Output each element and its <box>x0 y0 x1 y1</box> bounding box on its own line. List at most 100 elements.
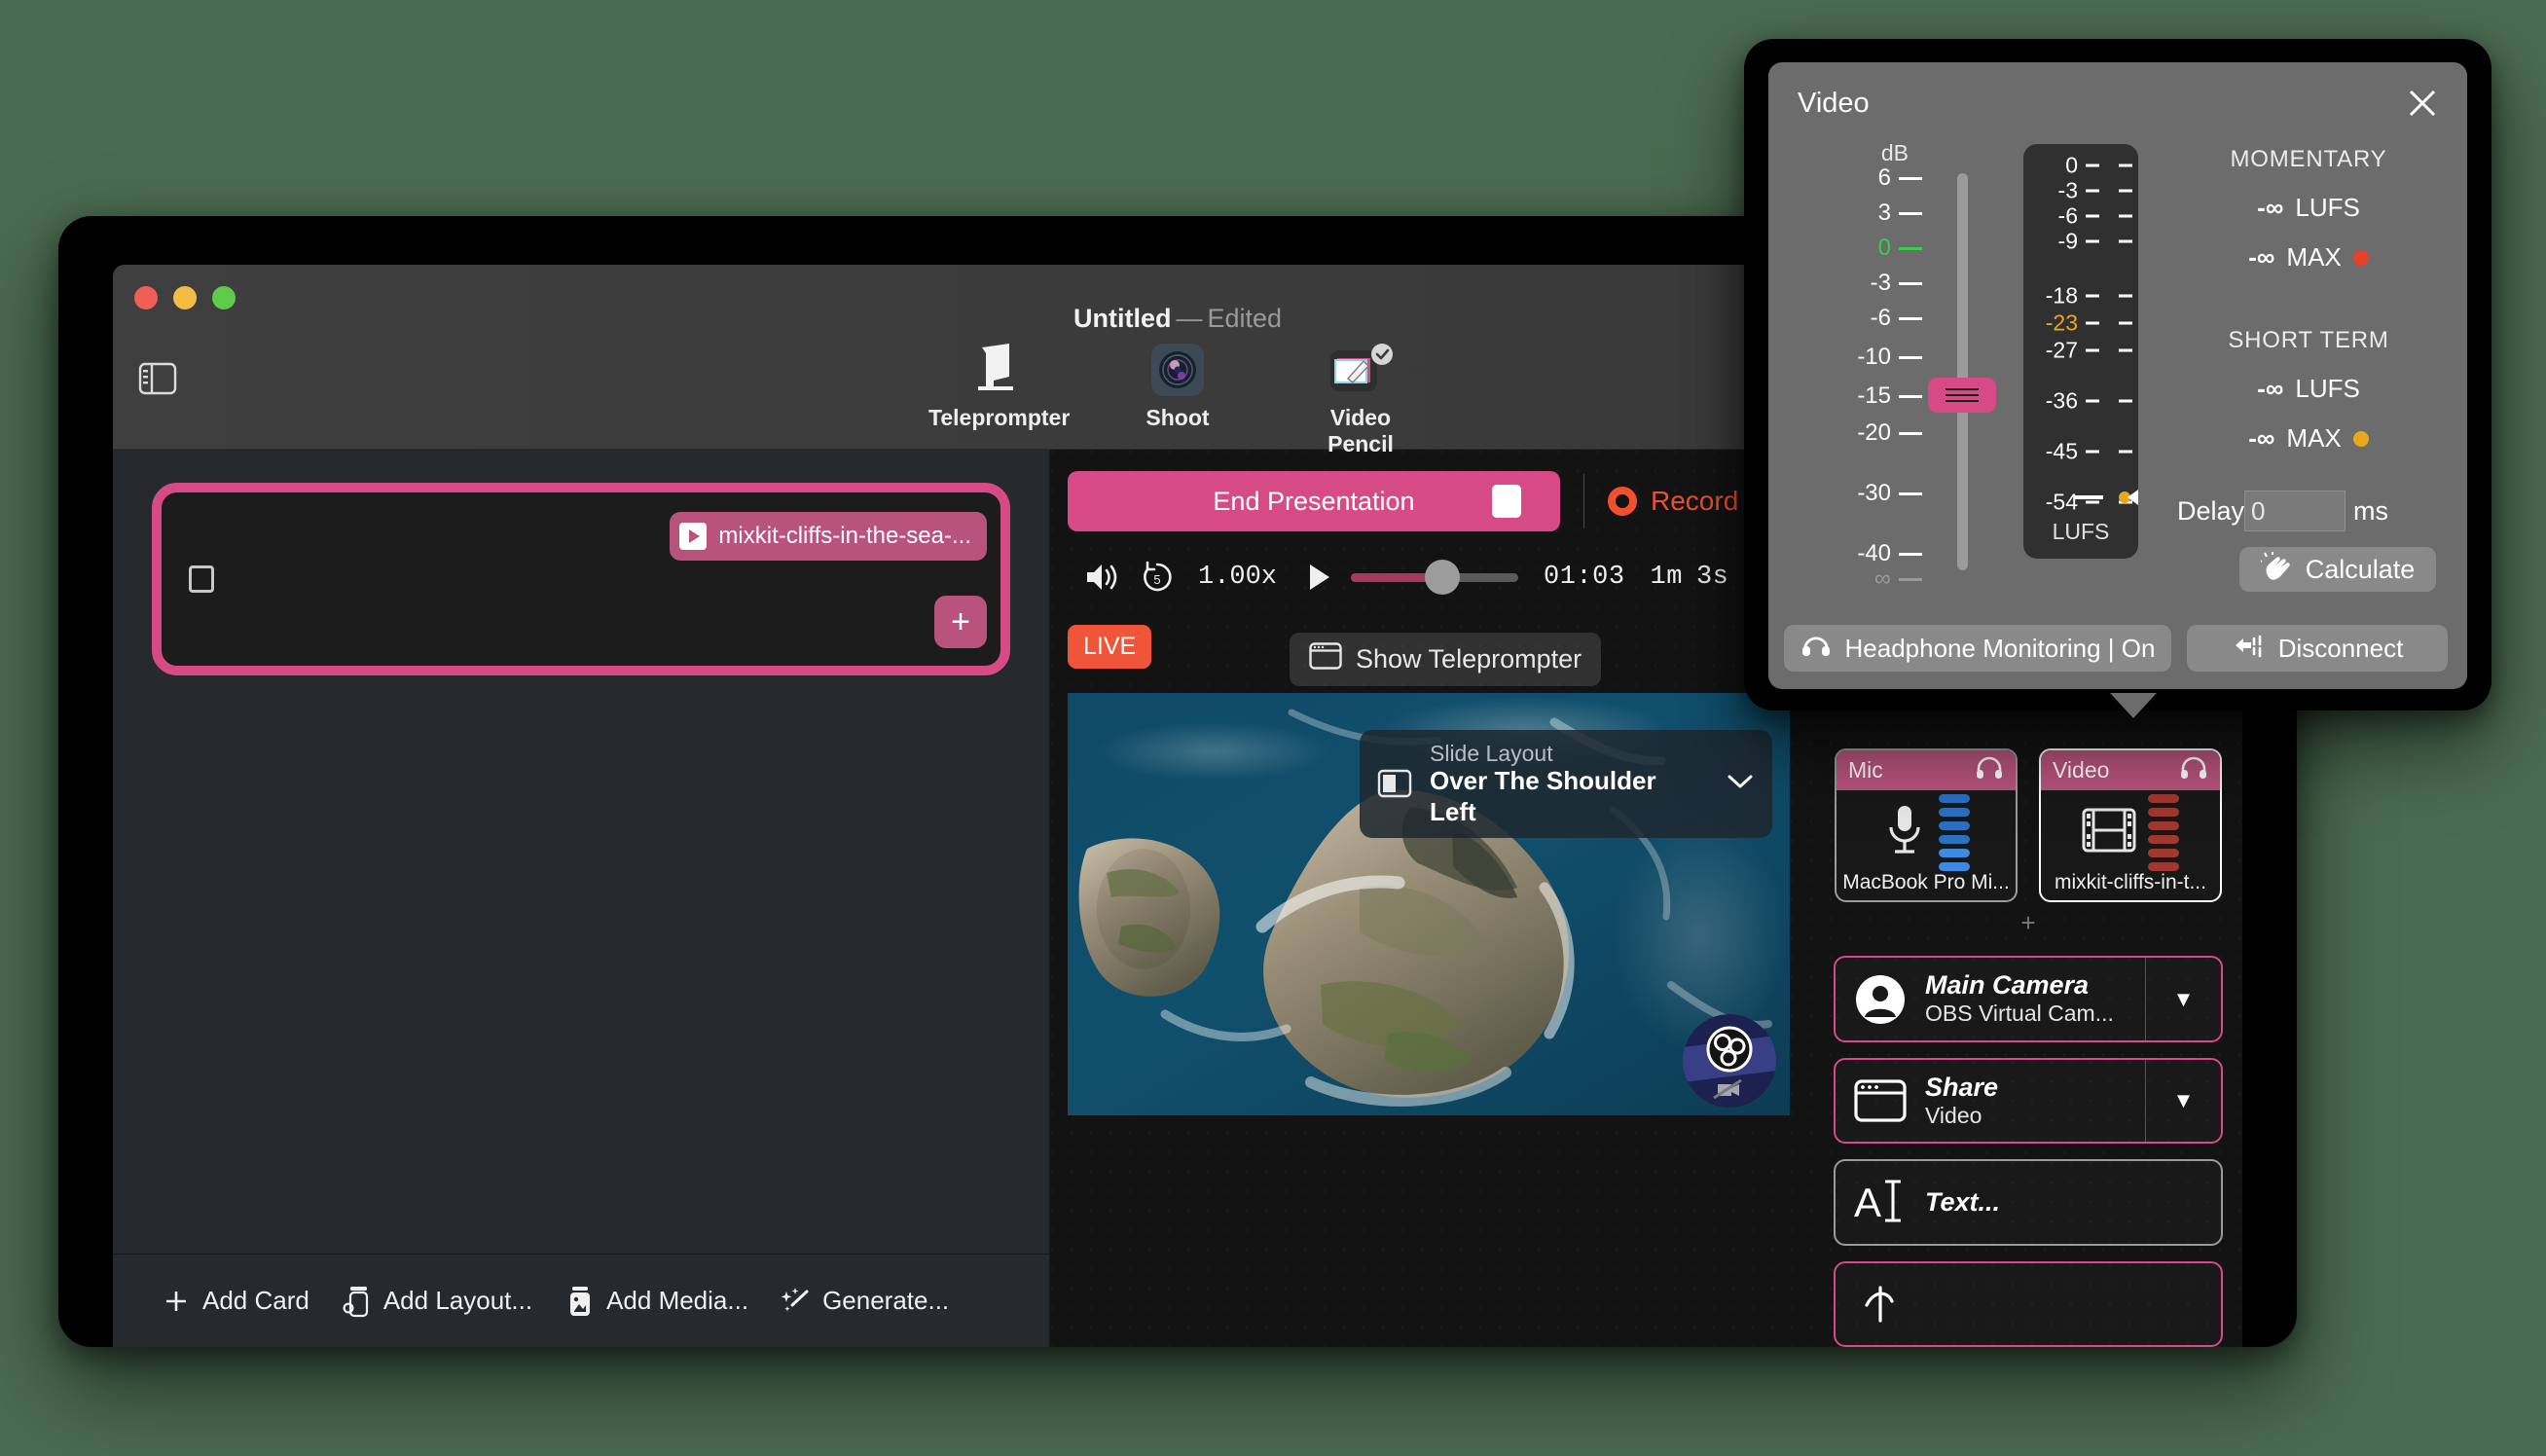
obs-logo-icon <box>1683 1014 1776 1108</box>
lufs-tick-label: -18 <box>2023 283 2078 309</box>
show-teleprompter-button[interactable]: Show Teleprompter <box>1290 633 1601 686</box>
live-status-row: LIVE Show Teleprompter <box>1068 619 1797 673</box>
delay-input[interactable]: 0 <box>2244 491 2346 531</box>
toolbar-item-teleprompter[interactable]: Teleprompter <box>928 341 1061 457</box>
toolbar-label-video-pencil: Video Pencil <box>1294 405 1427 457</box>
stop-square-icon[interactable] <box>1492 485 1521 518</box>
record-button[interactable]: Record <box>1608 486 1738 517</box>
volume-fader-knob[interactable] <box>1928 378 1996 413</box>
toolbar-tool-group: Teleprompter Shoot <box>928 341 1427 457</box>
card-add-button[interactable]: + <box>934 596 987 648</box>
loudness-readouts: MOMENTARY -∞ LUFS -∞ MAX SHORT TERM -∞ L… <box>2177 146 2440 454</box>
card-media-label: mixkit-cliffs-in-the-sea-... <box>718 523 971 550</box>
lufs-unit-label: LUFS <box>2023 519 2138 545</box>
toolbar-item-video-pencil[interactable]: Video Pencil <box>1294 341 1427 457</box>
add-media-button[interactable]: Add Media... <box>554 1279 758 1324</box>
db-tick-label: -30 <box>1837 480 1891 507</box>
add-card-button[interactable]: Add Card <box>150 1279 319 1324</box>
scrubber-knob[interactable] <box>1425 560 1460 595</box>
lufs-tick-label: -45 <box>2023 439 2078 465</box>
source-item-partial[interactable] <box>1834 1261 2223 1347</box>
playback-scrubber[interactable] <box>1351 555 1518 600</box>
lufs-tick-label: -27 <box>2023 338 2078 364</box>
toolbar-item-shoot[interactable]: Shoot <box>1111 341 1244 457</box>
source-item-text[interactable]: A Text... <box>1834 1159 2223 1245</box>
tile-device-video: mixkit-cliffs-in-t... <box>2041 871 2220 901</box>
headphone-monitoring-button[interactable]: Headphone Monitoring | On <box>1784 625 2171 672</box>
momentary-max-value: -∞ <box>2248 242 2274 273</box>
sidebar-toggle-icon[interactable] <box>138 362 177 395</box>
play-icon[interactable] <box>1298 555 1341 600</box>
media-icon <box>564 1285 597 1318</box>
mic-level-meter <box>1939 794 1970 871</box>
video-pencil-icon <box>1294 341 1427 399</box>
add-layout-button[interactable]: Add Layout... <box>331 1279 542 1324</box>
momentary-max-led <box>2353 250 2369 266</box>
source-item-main-camera[interactable]: Main Camera OBS Virtual Cam... ▼ <box>1834 956 2223 1041</box>
card-item[interactable]: mixkit-cliffs-in-the-sea-... + <box>152 483 1010 675</box>
db-scale: 6 3 0 -3 -6 -10 -15 -20 -30 -40 ∞ <box>1815 172 1922 581</box>
calculate-delay-button[interactable]: Calculate <box>2239 547 2436 592</box>
text-cursor-icon: A <box>1836 1176 1925 1228</box>
source-item-share[interactable]: Share Video ▼ <box>1834 1058 2223 1144</box>
db-tick-0: 0 <box>1837 235 1922 262</box>
generate-button[interactable]: Generate... <box>770 1279 959 1324</box>
rewind-5-icon[interactable]: 5 <box>1130 555 1184 600</box>
short-term-max-unit: MAX <box>2286 423 2341 454</box>
db-tick-label: -10 <box>1837 344 1891 371</box>
tile-header-mic: Mic <box>1837 750 2016 789</box>
db-tick-infinity: ∞ <box>1837 565 1922 593</box>
source-caret-main-camera[interactable]: ▼ <box>2145 958 2221 1039</box>
source-tile-mic[interactable]: Mic <box>1835 748 2018 902</box>
transport-controls: 5 1.00x 01:03 1m 3s <box>1068 555 1797 600</box>
short-term-header: SHORT TERM <box>2177 327 2440 354</box>
db-tick-label: ∞ <box>1837 565 1891 593</box>
speaker-wave-icon[interactable] <box>1075 555 1130 600</box>
lufs-tick-label: -23 <box>2023 310 2078 337</box>
time-code: 01:03 <box>1544 563 1625 592</box>
close-icon[interactable] <box>2405 86 2440 121</box>
tile-body-video <box>2041 790 2220 871</box>
headphone-icon[interactable] <box>1975 756 2004 785</box>
end-presentation-button[interactable]: End Presentation <box>1068 471 1560 531</box>
end-presentation-label: End Presentation <box>1213 487 1414 517</box>
db-tick-label: 3 <box>1837 200 1891 227</box>
disconnect-button[interactable]: Disconnect <box>2187 625 2448 672</box>
lufs-tick-minus23: -23 <box>2023 310 2138 337</box>
add-source-button[interactable]: + <box>2020 908 2035 938</box>
layout-icon <box>341 1285 374 1318</box>
db-scale-header: dB <box>1815 140 1922 166</box>
card-checkbox[interactable] <box>189 565 214 593</box>
chevron-down-icon[interactable] <box>1726 772 1755 796</box>
add-layout-label: Add Layout... <box>383 1286 532 1316</box>
slide-layout-selector[interactable]: Slide Layout Over The Shoulder Left <box>1360 730 1772 838</box>
window-icon <box>1836 1079 1925 1122</box>
db-tick-label: -6 <box>1837 305 1891 332</box>
lufs-tick-label: -36 <box>2023 388 2078 415</box>
lufs-tick-0: 0 <box>2023 153 2138 179</box>
headphone-icon[interactable] <box>2179 756 2208 785</box>
cards-footer-toolbar: Add Card Add Layout... <box>113 1254 1049 1347</box>
lufs-target-marker <box>2117 487 2138 508</box>
db-tick-label: 0 <box>1837 235 1891 262</box>
audio-settings-window: Video dB 6 3 0 -3 -6 -10 -15 -20 -30 -40… <box>1744 39 2491 710</box>
volume-fader-track[interactable] <box>1957 173 1968 570</box>
db-tick-label: -15 <box>1837 382 1891 410</box>
playback-speed-label[interactable]: 1.00x <box>1198 563 1277 592</box>
lufs-tick-label: -3 <box>2023 178 2078 204</box>
video-preview[interactable]: Slide Layout Over The Shoulder Left <box>1068 693 1790 1115</box>
momentary-lufs-row: -∞ LUFS <box>2177 193 2440 223</box>
card-media-chip[interactable]: mixkit-cliffs-in-the-sea-... <box>670 512 987 561</box>
svg-text:5: 5 <box>1153 572 1160 587</box>
teleprompter-icon <box>928 341 1061 399</box>
document-name: Untitled <box>1073 304 1172 333</box>
lufs-tick-label: -9 <box>2023 229 2078 255</box>
show-teleprompter-label: Show Teleprompter <box>1356 644 1582 674</box>
play-icon <box>679 523 707 550</box>
source-caret-share[interactable]: ▼ <box>2145 1060 2221 1142</box>
db-scale-column: dB 6 3 0 -3 -6 -10 -15 -20 -30 -40 ∞ <box>1815 140 1922 581</box>
lufs-meter: 0 -3 -6 -9 -18 -23 -27 -36 -45 -54 LUFS <box>2023 144 2138 559</box>
clap-hands-icon <box>2261 552 2294 588</box>
window-icon <box>1309 642 1342 676</box>
source-tile-video[interactable]: Video <box>2039 748 2222 902</box>
